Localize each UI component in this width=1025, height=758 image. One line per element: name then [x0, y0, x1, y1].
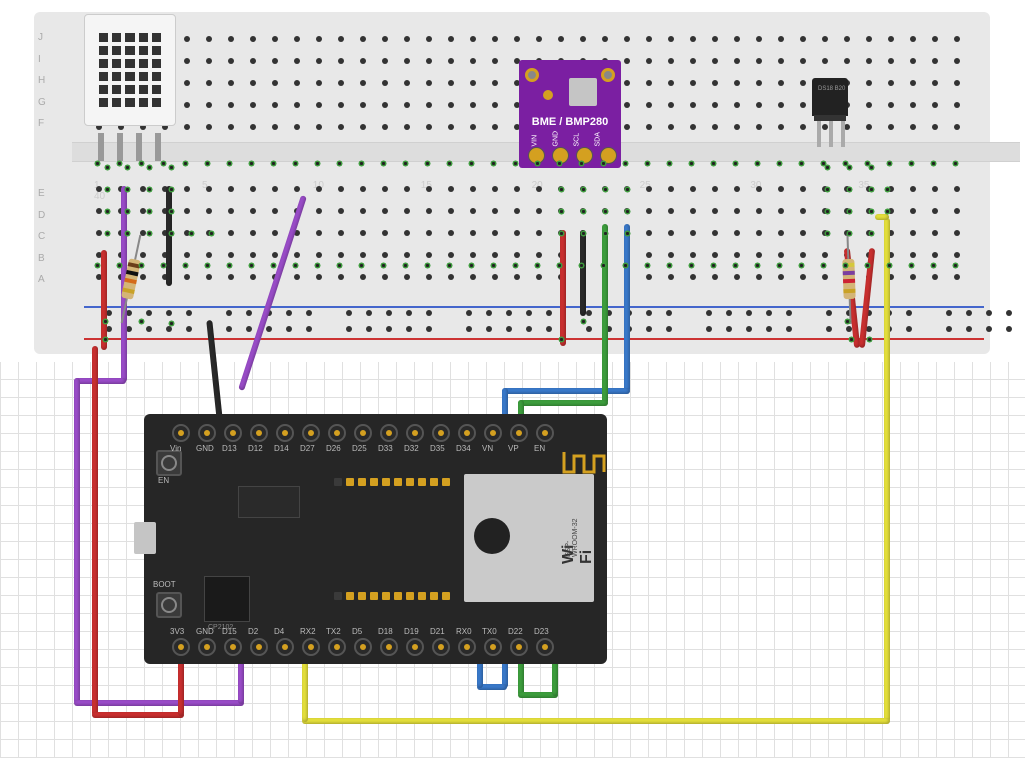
ds18b20-sensor: DS18 B20 — [812, 78, 852, 148]
cp2102-chip — [204, 576, 250, 622]
wire-bme-gnd — [580, 230, 586, 316]
esp-pin-rx2 — [302, 638, 320, 656]
esp-pin-d22 — [510, 638, 528, 656]
esp-pin-vn — [484, 424, 502, 442]
en-label: EN — [158, 476, 169, 485]
esp-pin-d21 — [432, 638, 450, 656]
esp-pin-d18 — [380, 638, 398, 656]
wire-bme-sda-h — [502, 388, 630, 394]
pad-row-bot — [334, 592, 450, 600]
wire-bme-scl-h — [518, 400, 608, 406]
esp-pin-en — [536, 424, 554, 442]
esp-pin-d32 — [406, 424, 424, 442]
dht22-sensor — [84, 14, 174, 134]
wire-dht-vcc — [101, 250, 107, 350]
esp-pin-gnd — [198, 424, 216, 442]
row-labels-top: JI HG F — [38, 32, 46, 140]
esp32-board: EN BOOT CP2102 Wi Fi ESP-WROOM-32 VinGND… — [144, 414, 607, 664]
esp-pin-d33 — [380, 424, 398, 442]
esp-pin-d4 — [276, 638, 294, 656]
esp-pin-d15 — [224, 638, 242, 656]
esp-pin-gnd — [198, 638, 216, 656]
esp-shield: Wi Fi ESP-WROOM-32 — [464, 474, 594, 602]
esp-pin-d12 — [250, 424, 268, 442]
wire-ds-data-v1 — [884, 218, 890, 722]
circuit-diagram: JI HG F ED CB A 15 1015 2025 3035 40 — [0, 0, 1025, 758]
wire-bme-vcc — [560, 230, 566, 346]
esp-pin-d14 — [276, 424, 294, 442]
esp-pin-d34 — [458, 424, 476, 442]
esp-pin-d23 — [536, 638, 554, 656]
wire-dht-data-h2 — [74, 700, 244, 706]
wire-bme-scl-v1 — [602, 224, 608, 404]
regulator-chip — [238, 486, 300, 518]
wire-dht-data-v2 — [74, 378, 80, 704]
en-button[interactable] — [156, 450, 182, 476]
pad-row-top — [334, 478, 450, 486]
esp-pin-d35 — [432, 424, 450, 442]
esp-pin-vp — [510, 424, 528, 442]
esp-wroom-label: ESP-WROOM-32 — [565, 513, 579, 557]
usb-port-icon — [134, 522, 156, 554]
wire-esp-3v3-h — [92, 712, 184, 718]
wire-esp-3v3-v — [92, 346, 98, 716]
bme-title: BME / BMP280 — [519, 116, 621, 128]
wire-ds-data-h — [302, 718, 890, 724]
esp-bot-pins — [172, 638, 554, 656]
row-labels-bottom: ED CB A — [38, 188, 45, 296]
esp-pin-rx0 — [458, 638, 476, 656]
wire-dht-data-h1 — [74, 378, 126, 384]
wire-bme-sda-v1 — [624, 224, 630, 392]
esp-top-pins — [172, 424, 554, 442]
bme280-sensor: BME / BMP280 VINGND SCLSDA — [519, 60, 621, 168]
antenna-icon — [562, 450, 606, 476]
esp-pin-tx0 — [484, 638, 502, 656]
esp-pin-vin — [172, 424, 190, 442]
esp-pin-d25 — [354, 424, 372, 442]
esp-pin-d2 — [250, 638, 268, 656]
esp-pin-3v3 — [172, 638, 190, 656]
esp-pin-d19 — [406, 638, 424, 656]
bme-pin-labels: VINGND SCLSDA — [531, 139, 602, 146]
esp-pin-d5 — [354, 638, 372, 656]
esp-pin-tx2 — [328, 638, 346, 656]
boot-button[interactable] — [156, 592, 182, 618]
esp-pin-d27 — [302, 424, 320, 442]
esp-pin-d26 — [328, 424, 346, 442]
boot-label: BOOT — [153, 580, 176, 589]
esp-pin-d13 — [224, 424, 242, 442]
